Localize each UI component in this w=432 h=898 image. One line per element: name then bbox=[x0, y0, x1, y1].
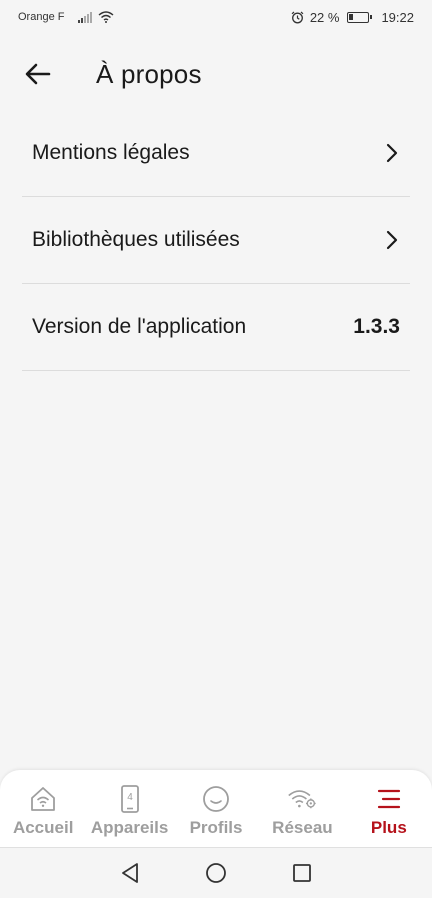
arrow-left-icon bbox=[25, 63, 51, 85]
system-navigation-bar bbox=[0, 848, 432, 898]
nav-item-appareils[interactable]: 4 Appareils bbox=[86, 770, 172, 847]
circle-home-icon bbox=[206, 863, 226, 883]
system-home-button[interactable] bbox=[204, 861, 228, 885]
triangle-back-icon bbox=[122, 863, 138, 883]
list-item-app-version: Version de l'application 1.3.3 bbox=[22, 284, 410, 371]
system-back-button[interactable] bbox=[118, 861, 142, 885]
about-list: Mentions légales Bibliothèques utilisées… bbox=[22, 110, 410, 371]
chevron-right-icon bbox=[386, 143, 398, 163]
nav-label: Appareils bbox=[90, 818, 169, 837]
clock-time: 19:22 bbox=[381, 9, 414, 25]
menu-icon bbox=[374, 784, 404, 814]
square-recents-icon bbox=[293, 864, 311, 882]
status-right: 22 % 19:22 bbox=[291, 10, 414, 25]
system-recents-button[interactable] bbox=[290, 861, 314, 885]
chevron-right-icon bbox=[386, 230, 398, 250]
wifi-status-icon bbox=[99, 11, 114, 23]
battery-percent: 22 % bbox=[309, 9, 340, 25]
device-icon: 4 bbox=[115, 784, 145, 814]
carrier-name: Orange F bbox=[18, 11, 65, 23]
page-title: À propos bbox=[96, 58, 202, 89]
list-item-label: Bibliothèques utilisées bbox=[32, 228, 240, 251]
back-button[interactable] bbox=[10, 46, 66, 102]
status-left: Orange F bbox=[18, 11, 114, 23]
battery-icon bbox=[347, 11, 373, 23]
device-count-badge: 4 bbox=[127, 792, 133, 803]
wifi-settings-icon bbox=[287, 784, 317, 814]
nav-item-reseau[interactable]: Réseau bbox=[259, 770, 345, 847]
list-item-libraries[interactable]: Bibliothèques utilisées bbox=[22, 197, 410, 284]
app-version-value: 1.3.3 bbox=[353, 315, 400, 338]
nav-item-profils[interactable]: Profils bbox=[173, 770, 259, 847]
list-item-legal-notices[interactable]: Mentions légales bbox=[22, 110, 410, 197]
signal-icon bbox=[78, 11, 93, 23]
nav-label: Réseau bbox=[272, 818, 333, 837]
home-wifi-icon bbox=[28, 784, 58, 814]
app-header: À propos bbox=[0, 46, 432, 102]
profile-smile-icon bbox=[201, 784, 231, 814]
status-bar: Orange F 22 % 19:22 bbox=[0, 0, 432, 34]
nav-item-plus[interactable]: Plus bbox=[346, 770, 432, 847]
list-item-label: Version de l'application bbox=[32, 315, 247, 338]
bottom-navigation: Accueil 4 Appareils Profils Réseau Plus bbox=[0, 770, 432, 848]
nav-item-accueil[interactable]: Accueil bbox=[0, 770, 86, 847]
nav-label: Profils bbox=[189, 818, 243, 837]
nav-label: Accueil bbox=[12, 818, 74, 837]
alarm-icon bbox=[291, 11, 304, 23]
nav-label: Plus bbox=[370, 818, 407, 837]
list-item-label: Mentions légales bbox=[32, 141, 190, 164]
